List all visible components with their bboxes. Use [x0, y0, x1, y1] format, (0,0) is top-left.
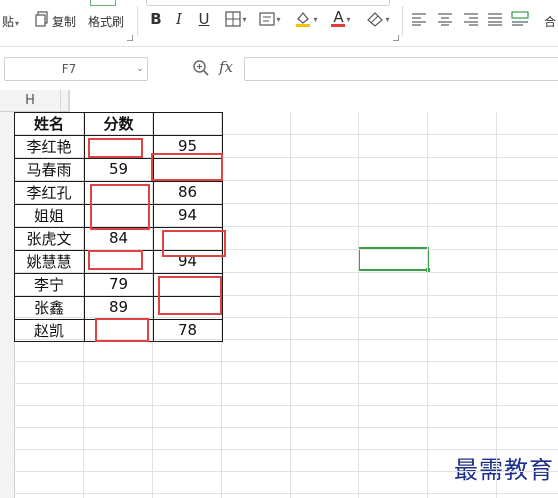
table-hline	[14, 135, 223, 136]
grid-hline	[14, 427, 558, 428]
format-painter-button[interactable]: 格式刷	[88, 13, 124, 30]
align-right-icon[interactable]	[462, 8, 480, 30]
grid-hline	[14, 405, 558, 406]
empty-cell-highlight	[88, 250, 143, 270]
grid-hline	[14, 449, 558, 450]
eraser-icon[interactable]: ▾	[364, 8, 392, 30]
table-hline	[14, 273, 223, 274]
align-center-icon[interactable]	[436, 8, 454, 30]
empty-cell-highlight	[95, 318, 149, 342]
cell-style-icon[interactable]: ▾	[256, 8, 284, 30]
formula-input[interactable]	[244, 57, 558, 81]
cell-reference: F7	[61, 62, 77, 76]
toolbar-divider-2	[402, 6, 403, 36]
grid-vline	[496, 112, 497, 498]
zoom-icon[interactable]	[192, 59, 210, 77]
empty-cell-highlight	[90, 184, 150, 230]
bold-button[interactable]: B	[148, 8, 164, 30]
grid-hline	[14, 471, 558, 472]
empty-cell-highlight	[162, 230, 226, 257]
name-box[interactable]: F7 ⌄	[4, 57, 148, 81]
grid-hline	[14, 383, 558, 384]
chevron-down-icon[interactable]: ⌄	[133, 64, 147, 74]
font-color-icon[interactable]: A ▾	[328, 8, 354, 30]
grid-hline	[14, 493, 558, 494]
empty-cell-highlight	[151, 153, 223, 181]
font-color-label: A	[333, 8, 344, 26]
justify-icon[interactable]	[486, 8, 504, 30]
fx-button[interactable]: fx	[219, 58, 233, 76]
watermark: 最需教育	[454, 456, 554, 484]
row-headers[interactable]	[0, 112, 15, 498]
grid-vline	[427, 112, 428, 498]
copy-icon[interactable]	[34, 8, 50, 30]
underline-button[interactable]: U	[196, 8, 212, 30]
font-name-box[interactable]	[146, 0, 390, 6]
merge-button[interactable]: 合	[544, 13, 556, 30]
empty-cell-highlight	[88, 138, 143, 158]
format-painter-icon[interactable]	[90, 0, 116, 6]
fill-color-icon[interactable]: ▾	[292, 8, 320, 30]
clipboard-group-corner[interactable]	[127, 35, 133, 41]
empty-cell-highlight	[158, 276, 222, 315]
wrap-icon[interactable]	[510, 8, 530, 30]
grid-vline	[358, 112, 359, 498]
font-group-corner[interactable]	[393, 35, 399, 41]
toolbar-divider	[137, 6, 138, 36]
paste-button[interactable]: 贴▾	[2, 13, 19, 30]
grid-hline	[14, 361, 558, 362]
italic-button[interactable]: I	[172, 8, 186, 30]
selected-cell-F7[interactable]	[358, 247, 429, 271]
column-header-h[interactable]: H	[0, 90, 61, 112]
border-icon[interactable]: ▾	[222, 8, 250, 30]
align-left-icon[interactable]	[410, 8, 428, 30]
paste-label: 贴	[2, 15, 15, 29]
copy-button[interactable]: 复制	[52, 13, 76, 30]
table-hline	[14, 181, 223, 182]
grid-vline	[290, 112, 291, 498]
